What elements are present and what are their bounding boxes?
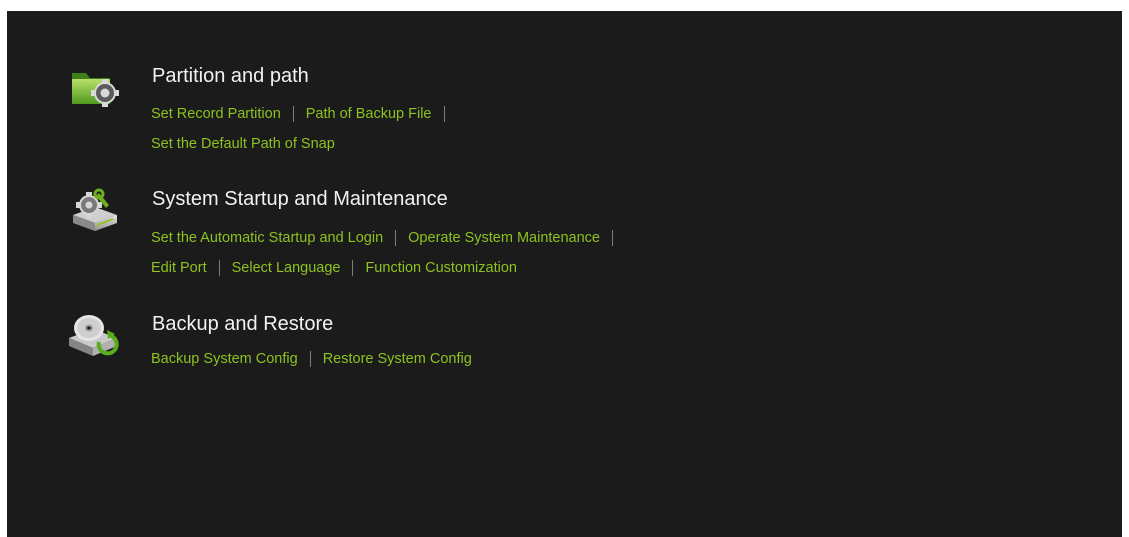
edit-port-link[interactable]: Edit Port bbox=[151, 258, 207, 278]
link-row: Edit Port Select Language Function Custo… bbox=[151, 258, 517, 278]
link-separator bbox=[218, 260, 220, 276]
operate-system-maintenance-link[interactable]: Operate System Maintenance bbox=[408, 228, 600, 248]
link-row: Set the Automatic Startup and Login Oper… bbox=[151, 228, 625, 248]
settings-panel: Partition and path Set Record Partition … bbox=[7, 11, 1122, 537]
link-row: Backup System Config Restore System Conf… bbox=[151, 349, 472, 369]
backup-system-config-link[interactable]: Backup System Config bbox=[151, 349, 298, 369]
path-of-backup-file-link[interactable]: Path of Backup File bbox=[306, 104, 432, 124]
link-separator bbox=[395, 230, 397, 246]
section-title: Backup and Restore bbox=[152, 313, 334, 335]
restore-system-config-link[interactable]: Restore System Config bbox=[323, 349, 472, 369]
section-title: System Startup and Maintenance bbox=[152, 188, 448, 210]
link-separator bbox=[611, 230, 613, 246]
folder-gear-icon bbox=[69, 65, 121, 113]
section-title: Partition and path bbox=[152, 65, 309, 87]
link-separator bbox=[292, 106, 294, 122]
link-row: Set the Default Path of Snap bbox=[151, 134, 335, 154]
link-separator bbox=[309, 351, 311, 367]
link-row: Set Record Partition Path of Backup File bbox=[151, 104, 457, 124]
set-default-path-of-snap-link[interactable]: Set the Default Path of Snap bbox=[151, 134, 335, 154]
set-automatic-startup-login-link[interactable]: Set the Automatic Startup and Login bbox=[151, 228, 383, 248]
function-customization-link[interactable]: Function Customization bbox=[365, 258, 517, 278]
select-language-link[interactable]: Select Language bbox=[232, 258, 341, 278]
disc-restore-icon bbox=[65, 308, 119, 356]
gear-wrench-server-icon bbox=[69, 187, 121, 235]
set-record-partition-link[interactable]: Set Record Partition bbox=[151, 104, 281, 124]
link-separator bbox=[443, 106, 445, 122]
link-separator bbox=[352, 260, 354, 276]
